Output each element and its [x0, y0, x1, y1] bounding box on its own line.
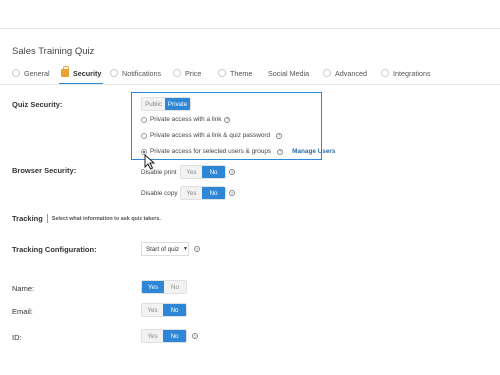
- tab-theme[interactable]: Theme: [218, 63, 252, 83]
- tab-security[interactable]: Security: [58, 63, 104, 85]
- no-option[interactable]: No: [163, 330, 186, 342]
- id-toggle: Yes No: [141, 329, 187, 343]
- tracking-config-select[interactable]: Start of quiz ▼: [141, 242, 189, 256]
- disable-copy-toggle: Yes No: [180, 186, 226, 200]
- option-label: Private access for selected users & grou…: [150, 148, 272, 155]
- tracking-hint: Select what information to ask quiz take…: [51, 215, 161, 222]
- option-label: Private access with a link & quiz passwo…: [150, 132, 271, 139]
- tab-label: Price: [185, 68, 202, 78]
- yes-option[interactable]: Yes: [142, 330, 164, 342]
- no-option[interactable]: No: [163, 304, 186, 316]
- tab-divider: [0, 84, 500, 85]
- yes-option[interactable]: Yes: [142, 304, 164, 316]
- access-option-link[interactable]: Private access with a link ?: [141, 116, 231, 123]
- tracking-label: Tracking: [12, 214, 43, 223]
- tab-label: Advanced: [335, 68, 367, 78]
- tracking-config-label: Tracking Configuration:: [12, 245, 97, 254]
- price-icon: [173, 69, 181, 77]
- tracking-heading: Tracking Select what information to ask …: [12, 214, 161, 223]
- browser-security-label: Browser Security:: [12, 166, 77, 175]
- mouse-cursor-icon: [144, 154, 156, 170]
- top-divider: [0, 28, 500, 29]
- help-icon[interactable]: ?: [276, 132, 283, 139]
- disable-print-label: Disable print: [141, 169, 177, 176]
- name-label: Name:: [12, 284, 35, 293]
- tab-label: Theme: [230, 68, 253, 78]
- settings-tabs: General Security Notifications Price The…: [10, 63, 490, 85]
- yes-option[interactable]: Yes: [181, 166, 203, 178]
- tab-social-media[interactable]: Social Media: [268, 63, 309, 83]
- no-option[interactable]: No: [202, 166, 225, 178]
- help-icon[interactable]: ?: [192, 333, 198, 339]
- help-icon[interactable]: ?: [194, 246, 200, 252]
- quiz-security-panel: Public Private Private access with a lin…: [131, 92, 335, 160]
- access-option-link-password[interactable]: Private access with a link & quiz passwo…: [141, 132, 283, 139]
- tab-integrations[interactable]: Integrations: [381, 63, 431, 83]
- disable-print-toggle: Yes No: [180, 165, 226, 179]
- disable-copy-label: Disable copy: [141, 190, 178, 197]
- tab-label: Integrations: [393, 68, 431, 78]
- private-option[interactable]: Private: [165, 98, 190, 110]
- radio-button[interactable]: [141, 116, 147, 123]
- no-option[interactable]: No: [164, 281, 186, 293]
- help-icon[interactable]: ?: [229, 190, 235, 196]
- tab-general[interactable]: General: [12, 63, 50, 83]
- tab-advanced[interactable]: Advanced: [323, 63, 367, 83]
- select-value: Start of quiz: [146, 245, 180, 253]
- manage-users-link[interactable]: Manage Users: [292, 148, 335, 155]
- access-toggle: Public Private: [141, 97, 191, 111]
- bell-icon: [110, 69, 118, 77]
- option-label: Private access with a link: [150, 116, 222, 123]
- help-icon[interactable]: ?: [277, 148, 284, 155]
- tab-label: Security: [73, 68, 102, 78]
- integrations-icon: [381, 69, 389, 77]
- public-option[interactable]: Public: [142, 98, 166, 110]
- palette-icon: [218, 69, 226, 77]
- page-title: Sales Training Quiz: [12, 46, 95, 57]
- lock-icon: [61, 66, 69, 77]
- help-icon[interactable]: ?: [224, 116, 231, 123]
- tab-price[interactable]: Price: [173, 63, 201, 83]
- name-toggle: Yes No: [141, 280, 187, 294]
- tab-label: Social Media: [268, 68, 310, 78]
- id-label: ID:: [12, 333, 22, 342]
- yes-option[interactable]: Yes: [181, 187, 203, 199]
- radio-button[interactable]: [141, 132, 147, 139]
- quiz-security-label: Quiz Security:: [12, 100, 63, 109]
- chevron-down-icon: ▼: [183, 246, 188, 252]
- general-icon: [12, 69, 20, 77]
- yes-option[interactable]: Yes: [142, 281, 164, 293]
- tab-label: Notifications: [122, 68, 162, 78]
- tab-notifications[interactable]: Notifications: [110, 63, 161, 83]
- separator: [46, 214, 48, 223]
- no-option[interactable]: No: [202, 187, 225, 199]
- email-toggle: Yes No: [141, 303, 187, 317]
- tab-label: General: [24, 68, 50, 78]
- help-icon[interactable]: ?: [229, 169, 235, 175]
- access-option-selected-users[interactable]: Private access for selected users & grou…: [141, 148, 335, 155]
- email-label: Email:: [12, 307, 33, 316]
- advanced-icon: [323, 69, 331, 77]
